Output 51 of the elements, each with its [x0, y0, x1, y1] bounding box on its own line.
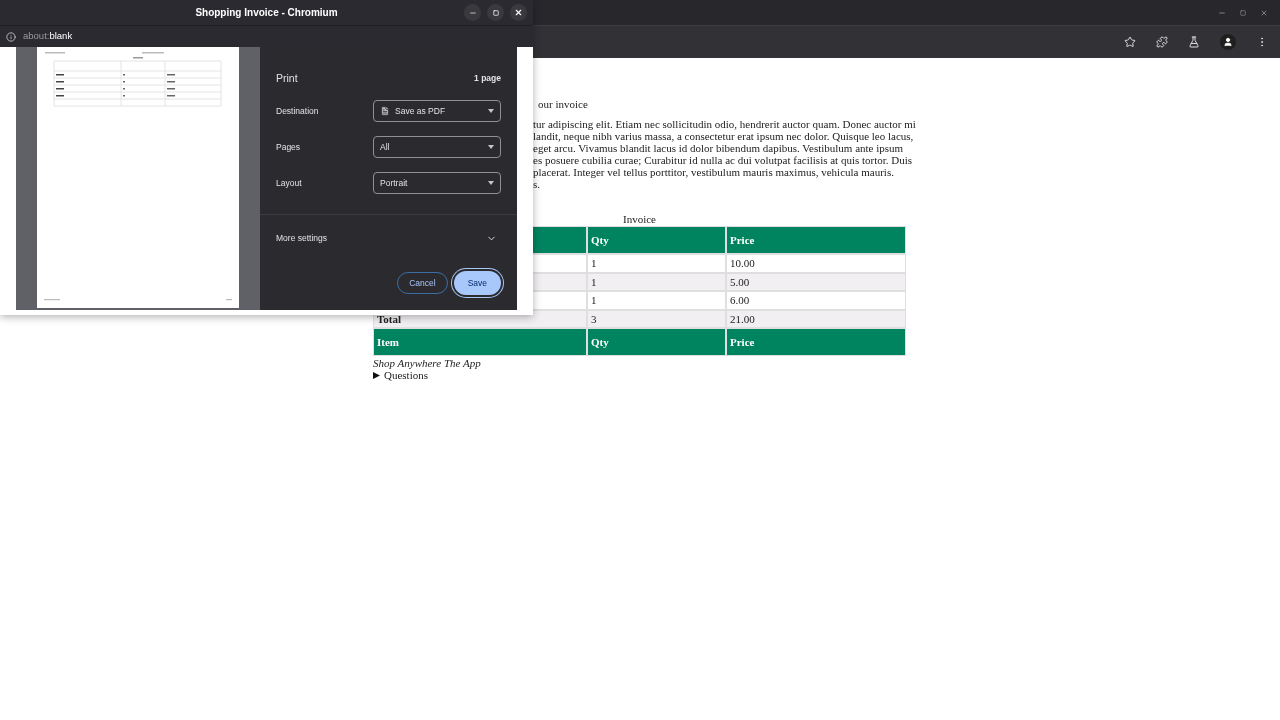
paragraph-line: landit, neque nibh varius massa, a consectetur erat ipsum nec dolor. Quisque leo lacus,	[533, 130, 914, 142]
table-header-cell: Qty	[587, 226, 726, 254]
extensions-icon[interactable]	[1156, 36, 1168, 48]
more-settings-toggle[interactable]: More settings	[276, 232, 328, 245]
caret-icon	[488, 181, 494, 185]
caret-icon	[488, 109, 494, 113]
url-text: about:blank	[23, 29, 73, 44]
table-caption: Invoice	[623, 213, 656, 225]
setting-select[interactable]: Portrait	[373, 172, 501, 194]
caret-icon	[488, 145, 494, 149]
details-summary[interactable]: Questions	[384, 369, 428, 381]
close-button[interactable]	[510, 4, 527, 21]
table-cell: 21.00	[726, 309, 906, 328]
bookmark-star-icon[interactable]	[1124, 36, 1136, 48]
info-icon[interactable]	[6, 31, 16, 42]
save-button[interactable]: Save	[453, 271, 501, 295]
disclosure-triangle-icon[interactable]	[373, 371, 380, 379]
maximize-icon	[492, 9, 499, 16]
table-footer-cell: Qty	[587, 328, 726, 356]
setting-label: Destination	[276, 104, 319, 118]
maximize-button[interactable]	[487, 4, 504, 21]
paragraph-line: s.	[533, 178, 541, 190]
paragraph-line: placerat. Integer vel tellus porttitor, vestibulum mauris maximus, vehicula mauris.	[533, 166, 894, 178]
paragraph-line: tur adipiscing elit. Etiam nec sollicitudin odio, hendrerit auctor quam. Donec auctor mi	[533, 118, 916, 130]
paragraph-line: es posuere cubilia curae; Curabitur id nulla ac dui volutpat facilisis at quis tortor. Duis	[533, 154, 913, 166]
document-icon	[380, 106, 390, 116]
flask-icon[interactable]	[1188, 36, 1200, 48]
print-title: Print	[276, 70, 298, 86]
table-cell: 3	[587, 309, 726, 328]
paragraph-line: eget arcu. Vivamus blandit lacus id dolor bibendum dapibus. Vestibulum ante ipsum	[533, 142, 904, 154]
close-icon	[514, 8, 523, 17]
page-count: 1 page	[474, 72, 501, 85]
profile-avatar[interactable]	[1220, 34, 1236, 50]
window-title: Shopping Invoice - Chromium	[195, 6, 338, 20]
close-icon[interactable]	[1260, 8, 1268, 17]
setting-select[interactable]: Save as PDF	[373, 100, 501, 122]
page-heading: our invoice	[538, 98, 588, 110]
table-cell: 1	[587, 254, 726, 273]
minimize-button[interactable]	[464, 4, 481, 21]
tagline: Shop Anywhere The App	[373, 357, 481, 369]
table-footer-cell: Price	[726, 328, 906, 356]
table-footer-cell: Item	[373, 328, 587, 356]
setting-label: Pages	[276, 140, 301, 154]
table-cell: 10.00	[726, 254, 906, 273]
table-cell: 1	[587, 272, 726, 291]
table-cell: 6.00	[726, 291, 906, 310]
table-cell: 1	[587, 291, 726, 310]
table-header-cell: Price	[726, 226, 906, 254]
setting-label: Layout	[276, 176, 302, 190]
setting-select[interactable]: All	[373, 136, 501, 158]
table-cell: 5.00	[726, 272, 906, 291]
